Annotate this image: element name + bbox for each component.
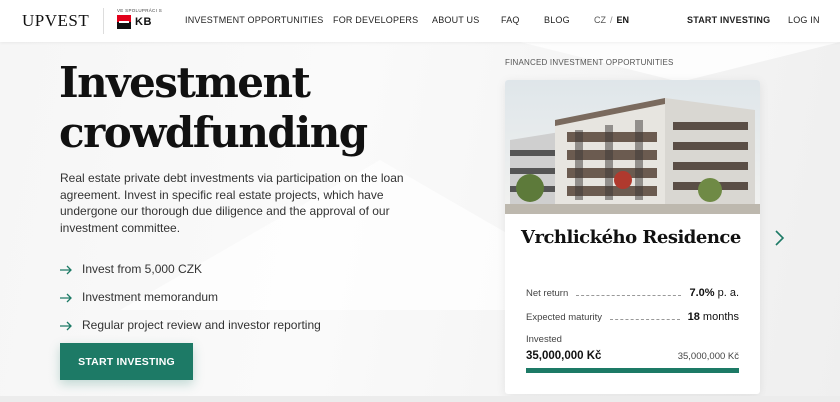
- page-divider: [0, 396, 840, 402]
- lang-separator: /: [610, 15, 613, 25]
- maturity-value: 18 months: [687, 311, 739, 323]
- feature-item: Invest from 5,000 CZK: [60, 255, 321, 283]
- title-line-2: crowdfunding: [59, 108, 368, 157]
- logo-divider: [103, 8, 104, 34]
- arrow-right-icon: [60, 320, 73, 331]
- feature-text: Regular project review and investor repo…: [82, 318, 321, 332]
- section-label: FINANCED INVESTMENT OPPORTUNITIES: [505, 58, 674, 67]
- feature-text: Investment memorandum: [82, 290, 219, 304]
- lang-en[interactable]: EN: [617, 15, 630, 25]
- maturity-row: Expected maturity 18 months: [526, 309, 739, 325]
- net-return-label: Net return: [526, 287, 569, 299]
- hero-description: Real estate private debt investments via…: [60, 171, 404, 235]
- invested-row: 35,000,000 Kč 35,000,000 Kč: [526, 350, 739, 362]
- nav-about-us[interactable]: ABOUT US: [432, 15, 479, 25]
- site-header: UPVEST VE SPOLUPRÁCI S KB INVESTMENT OPP…: [0, 0, 840, 42]
- feature-item: Regular project review and investor repo…: [60, 311, 321, 339]
- upvest-logo[interactable]: UPVEST: [22, 11, 89, 31]
- start-investing-button[interactable]: START INVESTING: [60, 343, 193, 380]
- investment-card[interactable]: Vrchlického Residence Net return 7.0% p.…: [505, 80, 760, 394]
- invested-label: Invested: [526, 334, 562, 345]
- kb-logo-icon: [117, 15, 131, 29]
- partner-name: KB: [135, 16, 152, 28]
- feature-list: Invest from 5,000 CZK Investment memoran…: [60, 255, 321, 339]
- invested-goal: 35,000,000 Kč: [677, 351, 739, 362]
- net-return-value: 7.0% p. a.: [689, 287, 739, 299]
- feature-item: Investment memorandum: [60, 283, 321, 311]
- partner-caption: VE SPOLUPRÁCI S: [117, 8, 163, 13]
- chevron-right-icon[interactable]: [773, 229, 787, 247]
- project-image: [505, 80, 760, 214]
- login-link[interactable]: LOG IN: [788, 15, 820, 25]
- funding-progress-bar: [526, 368, 739, 373]
- header-start-investing-link[interactable]: START INVESTING: [687, 15, 770, 25]
- dotted-leader: [576, 294, 682, 296]
- project-title[interactable]: Vrchlického Residence: [521, 227, 741, 248]
- net-return-row: Net return 7.0% p. a.: [526, 285, 739, 301]
- page-title: Investment crowdfunding: [59, 58, 419, 158]
- arrow-right-icon: [60, 292, 73, 303]
- nav-blog[interactable]: BLOG: [544, 15, 570, 25]
- nav-investment-opportunities[interactable]: INVESTMENT OPPORTUNITIES: [185, 15, 324, 25]
- arrow-right-icon: [60, 264, 73, 275]
- title-line-1: Investment: [59, 58, 311, 107]
- invested-amount: 35,000,000 Kč: [526, 350, 602, 362]
- nav-faq[interactable]: FAQ: [501, 15, 520, 25]
- nav-for-developers[interactable]: FOR DEVELOPERS: [333, 15, 418, 25]
- maturity-label: Expected maturity: [526, 311, 603, 323]
- feature-text: Invest from 5,000 CZK: [82, 262, 203, 276]
- kb-partner-logo: VE SPOLUPRÁCI S KB: [117, 8, 162, 29]
- funding-progress-fill: [526, 368, 739, 373]
- language-switcher: CZ / EN: [594, 15, 629, 25]
- dotted-leader: [610, 318, 680, 320]
- lang-cz[interactable]: CZ: [594, 15, 606, 25]
